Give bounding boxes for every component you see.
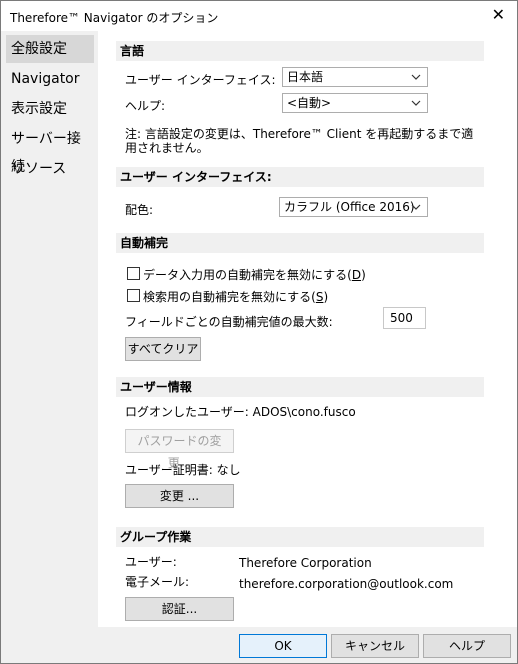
disable-data-entry-autocomplete-checkbox[interactable] bbox=[127, 267, 140, 280]
settings-panel: 言語 ユーザー インターフェイス: 日本語 ヘルプ: <自動> 注: 言語設定の… bbox=[99, 31, 517, 627]
disable-data-entry-autocomplete-label[interactable]: データ入力用の自動補完を無効にする(D) bbox=[143, 266, 366, 283]
group-user-value: Therefore Corporation bbox=[239, 556, 372, 570]
ui-section-header: ユーザー インターフェイス: bbox=[116, 167, 484, 187]
disable-search-autocomplete-label[interactable]: 検索用の自動補完を無効にする(S) bbox=[143, 288, 328, 305]
cancel-button[interactable]: キャンセル bbox=[331, 634, 419, 658]
user-certificate-label: ユーザー証明書: なし bbox=[125, 463, 241, 477]
sidebar-item-server-connection[interactable]: サーバー接続 bbox=[6, 125, 94, 175]
chevron-down-icon bbox=[410, 198, 422, 216]
options-dialog: Therefore™ Navigator のオプション ✕ 全般設定 Navig… bbox=[0, 0, 518, 664]
sidebar-item-display[interactable]: 表示設定 bbox=[6, 95, 94, 123]
email-value: therefore.corporation@outlook.com bbox=[239, 577, 454, 591]
ui-language-value: 日本語 bbox=[287, 70, 324, 84]
groupware-section-header: グループ作業 bbox=[116, 527, 484, 547]
ui-language-dropdown[interactable]: 日本語 bbox=[282, 67, 428, 87]
sidebar-item-navigator[interactable]: Navigator bbox=[6, 65, 94, 93]
sidebar-item-resources[interactable]: リソース bbox=[6, 155, 94, 183]
title-bar: Therefore™ Navigator のオプション ✕ bbox=[1, 1, 517, 31]
color-scheme-dropdown[interactable]: カラフル (Office 2016) bbox=[279, 197, 428, 217]
help-language-value: <自動> bbox=[287, 96, 332, 110]
dialog-footer: OK キャンセル ヘルプ bbox=[1, 627, 517, 663]
ui-language-label: ユーザー インターフェイス: bbox=[125, 73, 276, 87]
chevron-down-icon bbox=[410, 68, 422, 86]
color-scheme-label: 配色: bbox=[125, 203, 154, 217]
help-language-label: ヘルプ: bbox=[125, 99, 166, 113]
max-autocomplete-label: フィールドごとの自動補完値の最大数: bbox=[125, 315, 333, 329]
help-button[interactable]: ヘルプ bbox=[423, 634, 511, 658]
close-icon[interactable]: ✕ bbox=[492, 5, 505, 25]
change-certificate-button[interactable]: 変更 ... bbox=[125, 484, 234, 508]
autocomplete-section-header: 自動補完 bbox=[116, 233, 484, 253]
language-note-line2: 用されません。 bbox=[125, 141, 209, 155]
logged-on-user-label: ログオンしたユーザー: ADOS\cono.fusco bbox=[125, 405, 356, 419]
sidebar: 全般設定 Navigator 表示設定 サーバー接続 リソース bbox=[1, 31, 98, 627]
group-user-label: ユーザー: bbox=[125, 555, 177, 569]
help-language-dropdown[interactable]: <自動> bbox=[282, 93, 428, 113]
language-section-header: 言語 bbox=[116, 41, 484, 61]
sidebar-item-general[interactable]: 全般設定 bbox=[6, 35, 94, 63]
ok-button[interactable]: OK bbox=[239, 634, 327, 658]
color-scheme-value: カラフル (Office 2016) bbox=[284, 200, 415, 214]
authenticate-button[interactable]: 認証... bbox=[125, 597, 234, 621]
disable-search-autocomplete-checkbox[interactable] bbox=[127, 289, 140, 302]
clear-all-button[interactable]: すべてクリア bbox=[125, 337, 201, 361]
chevron-down-icon bbox=[410, 94, 422, 112]
max-autocomplete-input[interactable]: 500 bbox=[383, 307, 426, 329]
email-label: 電子メール: bbox=[125, 575, 190, 589]
window-title: Therefore™ Navigator のオプション bbox=[10, 11, 219, 25]
user-info-section-header: ユーザー情報 bbox=[116, 377, 484, 397]
change-password-button[interactable]: パスワードの変更... bbox=[125, 429, 234, 470]
